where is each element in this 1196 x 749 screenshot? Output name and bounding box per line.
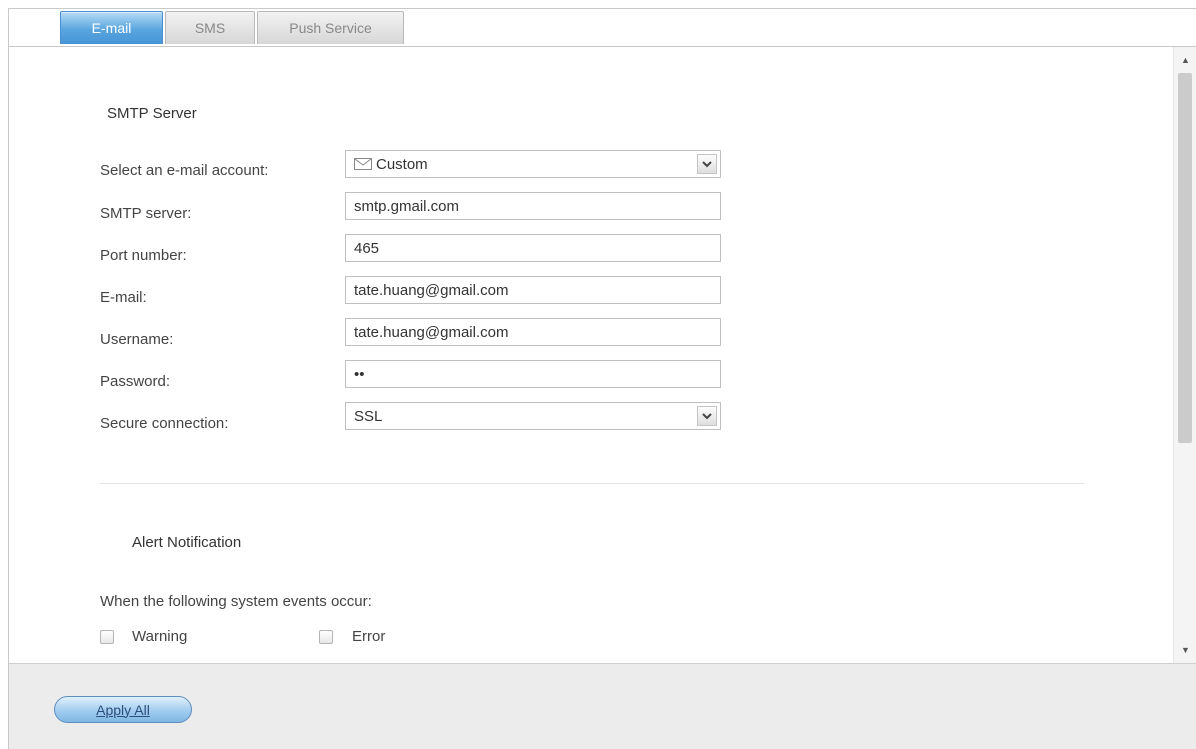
tab-push-service[interactable]: Push Service [257,11,404,44]
secure-connection-value: SSL [354,407,383,425]
secure-connection-select[interactable]: SSL [345,402,721,430]
email-input[interactable]: tate.huang@gmail.com [345,276,721,304]
password-value: •• [354,365,365,383]
port-number-value: 465 [354,239,380,257]
password-label: Password: [100,373,171,390]
tab-email[interactable]: E-mail [60,11,163,44]
vertical-scrollbar[interactable]: ▲ ▼ [1173,47,1196,663]
email-account-select[interactable]: Custom [345,150,721,178]
tab-sms[interactable]: SMS [165,11,255,44]
envelope-icon [354,158,372,170]
chevron-down-icon[interactable] [697,154,717,174]
smtp-server-input[interactable]: smtp.gmail.com [345,192,721,220]
scroll-up-icon[interactable]: ▲ [1174,49,1196,71]
settings-content: SMTP Server Select an e-mail account: Cu… [9,47,1172,663]
error-label: Error [352,628,386,645]
chevron-down-icon[interactable] [697,406,717,426]
smtp-section-title: SMTP Server [107,105,197,122]
notification-window: E-mail SMS Push Service SMTP Server Sele… [8,8,1196,749]
username-input[interactable]: tate.huang@gmail.com [345,318,721,346]
account-label: Select an e-mail account: [100,162,269,179]
password-input[interactable]: •• [345,360,721,388]
email-value: tate.huang@gmail.com [354,281,509,299]
footer-bar: Apply All [9,663,1196,749]
alert-section-title: Alert Notification [132,534,242,551]
smtp-server-label: SMTP server: [100,205,192,222]
error-checkbox[interactable] [319,630,333,644]
secure-connection-label: Secure connection: [100,415,229,432]
smtp-server-value: smtp.gmail.com [354,197,460,215]
email-label: E-mail: [100,289,147,306]
email-account-value: Custom [376,155,428,173]
scroll-thumb[interactable] [1178,73,1192,443]
warning-label: Warning [132,628,188,645]
alert-description: When the following system events occur: [100,593,372,610]
apply-all-button[interactable]: Apply All [54,696,192,723]
tab-bar: E-mail SMS Push Service [9,9,1196,47]
port-label: Port number: [100,247,187,264]
username-label: Username: [100,331,174,348]
section-divider [100,483,1084,484]
warning-checkbox[interactable] [100,630,114,644]
port-number-input[interactable]: 465 [345,234,721,262]
scroll-down-icon[interactable]: ▼ [1174,639,1196,661]
username-value: tate.huang@gmail.com [354,323,509,341]
